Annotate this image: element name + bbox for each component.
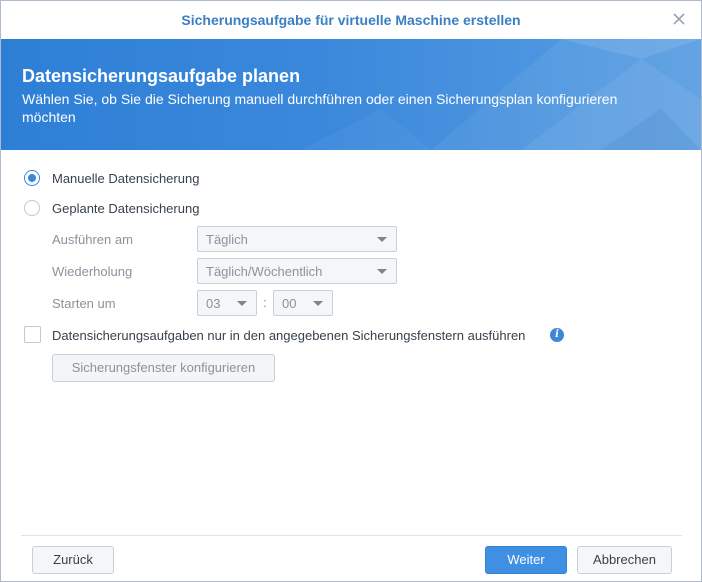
banner-subheading: Wählen Sie, ob Sie die Sicherung manuell… [22, 91, 618, 125]
manual-backup-radio[interactable] [24, 170, 40, 186]
dialog-title: Sicherungsaufgabe für virtuelle Maschine… [181, 12, 521, 28]
repeat-label: Wiederholung [52, 264, 133, 279]
back-button[interactable]: Zurück [32, 546, 114, 574]
run-on-value: Täglich [206, 232, 248, 247]
run-on-select[interactable]: Täglich [197, 226, 397, 252]
run-on-label: Ausführen am [52, 232, 133, 247]
title-bar: Sicherungsaufgabe für virtuelle Maschine… [1, 1, 701, 39]
cancel-button[interactable]: Abbrechen [577, 546, 672, 574]
next-button[interactable]: Weiter [485, 546, 567, 574]
chevron-down-icon [237, 301, 247, 306]
chevron-down-icon [313, 301, 323, 306]
backup-window-label[interactable]: Datensicherungsaufgaben nur in den angeg… [52, 328, 525, 343]
configure-backup-window-button[interactable]: Sicherungsfenster konfigurieren [52, 354, 275, 382]
footer-divider [21, 535, 682, 536]
chevron-down-icon [377, 269, 387, 274]
banner-heading: Datensicherungsaufgabe planen [22, 66, 301, 86]
chevron-down-icon [377, 237, 387, 242]
header-banner: Datensicherungsaufgabe planen Wählen Sie… [1, 39, 701, 150]
start-hour-value: 03 [206, 296, 221, 311]
scheduled-backup-label[interactable]: Geplante Datensicherung [52, 201, 199, 216]
start-hour-select[interactable]: 03 [197, 290, 257, 316]
manual-backup-label[interactable]: Manuelle Datensicherung [52, 171, 199, 186]
scheduled-backup-radio[interactable] [24, 200, 40, 216]
backup-window-checkbox[interactable] [24, 326, 41, 343]
close-icon[interactable] [671, 11, 687, 27]
repeat-value: Täglich/Wöchentlich [206, 264, 323, 279]
time-separator: : [263, 295, 267, 310]
repeat-select[interactable]: Täglich/Wöchentlich [197, 258, 397, 284]
start-minute-value: 00 [282, 296, 297, 311]
info-icon[interactable]: i [550, 328, 564, 342]
backup-task-dialog: Sicherungsaufgabe für virtuelle Maschine… [0, 0, 702, 582]
start-time-label: Starten um [52, 296, 116, 311]
start-minute-select[interactable]: 00 [273, 290, 333, 316]
